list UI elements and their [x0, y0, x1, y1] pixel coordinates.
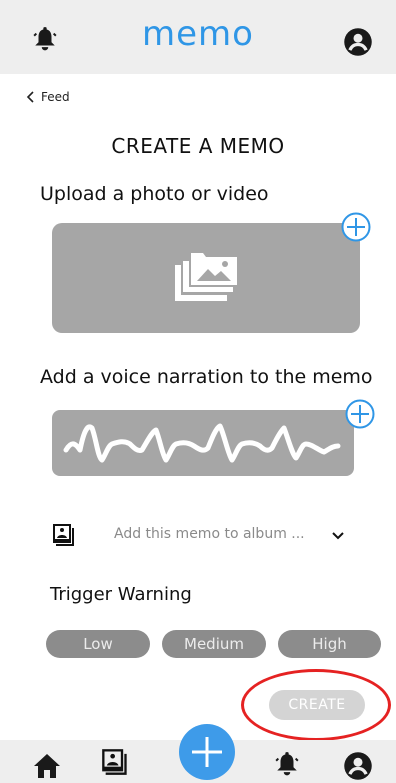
trigger-high-button[interactable]: High [278, 630, 381, 658]
album-placeholder: Add this memo to album ... [114, 526, 305, 542]
chevron-left-icon [26, 91, 34, 103]
voice-recorder[interactable] [52, 410, 354, 476]
bell-icon[interactable] [274, 751, 300, 777]
back-link[interactable]: Feed [26, 90, 70, 104]
user-circle-icon[interactable] [343, 751, 373, 781]
trigger-warning-label: Trigger Warning [50, 584, 192, 605]
page-title: CREATE A MEMO [111, 134, 285, 158]
chevron-down-icon [332, 532, 344, 540]
user-circle-icon[interactable] [343, 27, 373, 57]
trigger-medium-button[interactable]: Medium [162, 630, 266, 658]
voice-label: Add a voice narration to the memo [40, 366, 373, 388]
annotation-circle [241, 669, 391, 741]
waveform-icon [63, 423, 341, 463]
plus-icon [192, 737, 222, 767]
back-label: Feed [41, 90, 70, 104]
album-stack-icon [53, 524, 74, 546]
trigger-low-button[interactable]: Low [46, 630, 150, 658]
photo-album-icon [175, 253, 237, 301]
home-icon[interactable] [33, 753, 61, 779]
album-stack-icon[interactable] [101, 749, 129, 775]
upload-label: Upload a photo or video [40, 183, 269, 205]
add-voice-button[interactable] [345, 399, 375, 429]
add-media-button[interactable] [341, 212, 371, 242]
album-select[interactable]: Add this memo to album ... [52, 520, 362, 552]
app-title: memo [142, 14, 254, 54]
